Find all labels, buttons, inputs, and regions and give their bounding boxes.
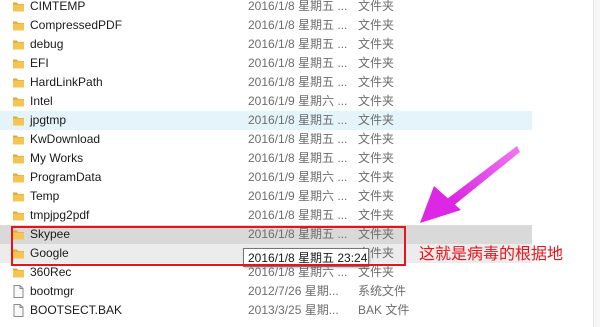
file-date: 2016/1/8 星期五 ...: [248, 208, 348, 222]
file-date: 2016/1/9 星期六 ...: [248, 189, 348, 203]
folder-icon: [13, 77, 24, 88]
file-name: BOOTSECT.BAK: [30, 303, 123, 317]
file-date: 2016/1/9 星期六 ...: [248, 94, 348, 108]
file-date: 2016/1/8 星期五 ...: [248, 0, 348, 13]
file-name: debug: [30, 37, 64, 51]
file-name: HardLinkPath: [30, 75, 103, 89]
file-type: 文件夹: [358, 113, 395, 127]
file-type: 文件夹: [358, 18, 395, 32]
file-type: 文件夹: [358, 94, 395, 108]
file-name: jpgtmp: [30, 113, 67, 127]
file-name: ProgramData: [30, 170, 102, 184]
file-row[interactable]: ProgramData 2016/1/9 星期六 ... 文件夹: [0, 168, 532, 187]
file-row[interactable]: HardLinkPath 2016/1/8 星期五 ... 文件夹: [0, 73, 532, 92]
file-date: 2016/1/8 星期五 ...: [248, 37, 348, 51]
annotation-text: 这就是病毒的根据地: [419, 244, 564, 263]
file-row[interactable]: KwDownload 2016/1/8 星期五 ... 文件夹: [0, 130, 532, 149]
file-name: bootmgr: [30, 284, 75, 298]
file-name: KwDownload: [30, 132, 101, 146]
file-name: CompressedPDF: [30, 18, 123, 32]
file-type: 文件夹: [358, 208, 395, 222]
file-date: 2016/1/8 星期五 ...: [248, 75, 348, 89]
file-row[interactable]: Intel 2016/1/9 星期六 ... 文件夹: [0, 92, 532, 111]
file-type: 系统文件: [358, 284, 407, 298]
file-type: 文件夹: [358, 132, 395, 146]
folder-icon: [13, 267, 24, 278]
file-date: 2016/1/8 星期五 ...: [248, 18, 348, 32]
file-type: 文件夹: [358, 75, 395, 89]
file-date: 2016/1/8 星期五 ...: [248, 151, 348, 165]
folder-icon: [13, 20, 24, 31]
file-type: 文件夹: [358, 170, 395, 184]
folder-icon: [13, 39, 24, 50]
file-name: EFI: [30, 56, 49, 70]
file-row[interactable]: CIMTEMP 2016/1/8 星期五 ... 文件夹: [0, 0, 532, 16]
file-row[interactable]: debug 2016/1/8 星期五 ... 文件夹: [0, 35, 532, 54]
file-name: CIMTEMP: [30, 0, 86, 13]
scrollbar[interactable]: [593, 0, 600, 327]
file-type: 文件夹: [358, 37, 395, 51]
folder-icon: [13, 96, 24, 107]
folder-icon: [13, 191, 24, 202]
file-date: 2016/1/9 星期六 ...: [248, 170, 348, 184]
folder-icon: [13, 134, 24, 145]
file-icon: [13, 285, 24, 298]
folder-icon: [13, 58, 24, 69]
file-type: 文件夹: [358, 56, 395, 70]
file-type: BAK 文件: [358, 303, 410, 317]
file-type: 文件夹: [358, 151, 395, 165]
file-date: 2012/7/26 星期...: [248, 284, 339, 298]
file-name: Temp: [30, 189, 60, 203]
file-date: 2013/3/25 星期...: [248, 303, 339, 317]
folder-icon: [13, 1, 24, 12]
file-row[interactable]: bootmgr 2012/7/26 星期... 系统文件: [0, 282, 532, 301]
file-row[interactable]: My Works 2016/1/8 星期五 ... 文件夹: [0, 149, 532, 168]
file-row[interactable]: jpgtmp 2016/1/8 星期五 ... 文件夹: [0, 111, 532, 130]
file-list: CIMTEMP 2016/1/8 星期五 ... 文件夹 CompressedPDF 2…: [0, 0, 600, 327]
file-row[interactable]: Temp 2016/1/9 星期六 ... 文件夹: [0, 187, 532, 206]
file-name: My Works: [30, 151, 84, 165]
file-row[interactable]: BOOTSECT.BAK 2013/3/25 星期... BAK 文件: [0, 301, 532, 320]
file-row[interactable]: tmpjpg2pdf 2016/1/8 星期五 ... 文件夹: [0, 206, 532, 225]
folder-icon: [13, 115, 24, 126]
file-type: 文件夹: [358, 189, 395, 203]
folder-icon: [13, 172, 24, 183]
folder-icon: [13, 210, 24, 221]
file-date: 2016/1/8 星期五 ...: [248, 132, 348, 146]
file-row[interactable]: EFI 2016/1/8 星期五 ... 文件夹: [0, 54, 532, 73]
file-name: tmpjpg2pdf: [30, 208, 90, 222]
highlight-box: [11, 226, 406, 266]
file-name: Intel: [30, 94, 53, 108]
file-type: 文件夹: [358, 0, 395, 13]
file-row[interactable]: CompressedPDF 2016/1/8 星期五 ... 文件夹: [0, 16, 532, 35]
file-date: 2016/1/8 星期五 ...: [248, 56, 348, 70]
file-date: 2016/1/8 星期五 ...: [248, 113, 348, 127]
folder-icon: [13, 153, 24, 164]
file-icon: [13, 304, 24, 317]
